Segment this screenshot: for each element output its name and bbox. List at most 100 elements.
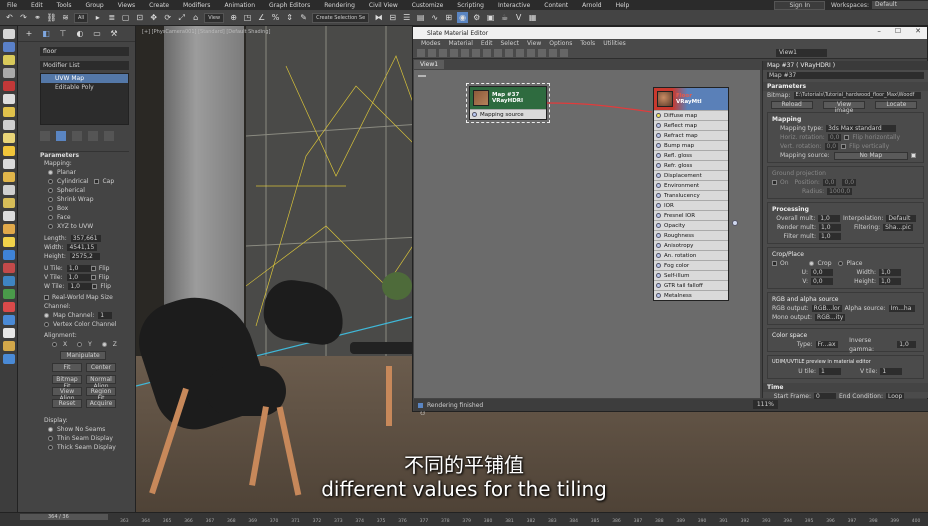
- v-tile-field[interactable]: 1,0: [66, 274, 91, 281]
- scale-icon[interactable]: ⤢: [176, 12, 187, 23]
- radio-crop[interactable]: [808, 261, 814, 266]
- crop-u-field[interactable]: 0,0: [811, 269, 833, 276]
- remove-modifier-icon[interactable]: [88, 131, 98, 141]
- crop-on-checkbox[interactable]: [772, 261, 777, 266]
- vray-frame-buffer-icon[interactable]: ▦: [527, 12, 538, 23]
- vray-sphere-icon[interactable]: [2, 120, 15, 130]
- maximize-icon[interactable]: ☐: [895, 27, 901, 35]
- position-field-2[interactable]: 0,0: [842, 179, 857, 186]
- vray-sun-icon[interactable]: [2, 146, 15, 156]
- radio-axis-z[interactable]: [101, 342, 107, 347]
- render-icon[interactable]: ☕: [499, 12, 510, 23]
- create-tab-icon[interactable]: +: [24, 29, 34, 39]
- bind-icon[interactable]: ≋: [60, 12, 71, 23]
- socket-refl-gloss[interactable]: [656, 153, 661, 158]
- socket-roughness[interactable]: [656, 233, 661, 238]
- modifier-list-dropdown[interactable]: Modifier List: [40, 61, 129, 70]
- scene-explorer-icon[interactable]: ▤: [415, 12, 426, 23]
- slot-roughness[interactable]: Roughness: [654, 230, 728, 240]
- schematic-view-icon[interactable]: ⊞: [443, 12, 454, 23]
- menu-content[interactable]: Content: [537, 2, 575, 9]
- reference-coord-dropdown[interactable]: View: [204, 12, 225, 23]
- slot-refr-gloss[interactable]: Refr. gloss: [654, 160, 728, 170]
- socket-environment[interactable]: [656, 183, 661, 188]
- flip-v-checkbox[interactable]: [841, 144, 847, 149]
- u-tile-field[interactable]: 1,0: [66, 265, 91, 272]
- socket-translucency[interactable]: [656, 193, 661, 198]
- display-thin-seam[interactable]: Thin Seam Display: [48, 434, 135, 443]
- select-by-name-icon[interactable]: ≣: [106, 12, 117, 23]
- socket-gtr-tail[interactable]: [656, 283, 661, 288]
- socket-fog-color[interactable]: [656, 263, 661, 268]
- cloud-icon[interactable]: [2, 29, 15, 39]
- named-selection-dropdown[interactable]: Create Selection Se: [312, 12, 370, 23]
- slot-displacement[interactable]: Displacement: [654, 170, 728, 180]
- slot-gtr-tail[interactable]: GTR tail falloff: [654, 280, 728, 290]
- mapping-source-checkbox[interactable]: [911, 153, 916, 158]
- mapping-planar[interactable]: Planar: [48, 168, 135, 177]
- cs-type-dropdown[interactable]: Fr...ax: [815, 341, 839, 348]
- show-map-icon[interactable]: [494, 49, 502, 57]
- navigator-icon[interactable]: ⚇: [420, 410, 425, 417]
- vray-material-icon[interactable]: [2, 302, 15, 312]
- timeline[interactable]: 364 / 36 363 364 365 366 367 368 369 370 371 372 3…: [0, 512, 928, 526]
- slot-self-illum[interactable]: Self-illum: [654, 270, 728, 280]
- undo-icon[interactable]: ↶: [4, 12, 15, 23]
- place-icon[interactable]: ⌂: [190, 12, 201, 23]
- vert-rotation-field[interactable]: 0,0: [824, 143, 839, 150]
- slot-metalness[interactable]: Metalness: [654, 290, 728, 300]
- slot-environment[interactable]: Environment: [654, 180, 728, 190]
- fit-button[interactable]: Fit: [52, 363, 82, 372]
- show-background-icon[interactable]: [505, 49, 513, 57]
- workspaces-dropdown[interactable]: Default: [872, 1, 928, 9]
- slot-refl-gloss[interactable]: Refl. gloss: [654, 150, 728, 160]
- menu-file[interactable]: File: [0, 2, 24, 9]
- display-no-seams[interactable]: Show No Seams: [48, 425, 135, 434]
- angle-snap-icon[interactable]: ∠: [256, 12, 267, 23]
- slate-menu-tools[interactable]: Tools: [576, 40, 599, 47]
- render-mult-field[interactable]: 1,0: [819, 224, 841, 231]
- socket-ior[interactable]: [656, 203, 661, 208]
- alpha-source-dropdown[interactable]: Im...ha: [888, 305, 915, 312]
- select-icon[interactable]: ▸: [92, 12, 103, 23]
- mapping-spherical[interactable]: Spherical: [48, 186, 135, 195]
- display-tab-icon[interactable]: ▭: [92, 29, 102, 39]
- region-fit-button[interactable]: Region Fit: [86, 387, 116, 402]
- select-by-material-icon[interactable]: [560, 49, 568, 57]
- rgb-output-dropdown[interactable]: RGB...lor: [811, 305, 842, 312]
- slot-fog-color[interactable]: Fog color: [654, 260, 728, 270]
- region-select-icon[interactable]: ▢: [120, 12, 131, 23]
- filter-mult-field[interactable]: 1,0: [819, 233, 841, 240]
- view-tab[interactable]: View1: [414, 60, 445, 69]
- link-icon[interactable]: ⚭: [32, 12, 43, 23]
- mapping-type-dropdown[interactable]: 3ds Max standard: [826, 125, 897, 132]
- reload-button[interactable]: Reload: [770, 100, 813, 109]
- vray-settings-icon[interactable]: [2, 341, 15, 351]
- socket-opacity[interactable]: [656, 223, 661, 228]
- mono-output-dropdown[interactable]: RGB...ity: [815, 314, 846, 321]
- slate-menu-edit[interactable]: Edit: [477, 40, 497, 47]
- u-flip-checkbox[interactable]: [90, 266, 96, 271]
- selection-filter-dropdown[interactable]: All: [74, 12, 89, 23]
- motion-tab-icon[interactable]: ◐: [75, 29, 85, 39]
- slot-refract-map[interactable]: Refract map: [654, 130, 728, 140]
- radio-thin-seam[interactable]: [48, 436, 53, 441]
- view-align-button[interactable]: View Align: [52, 387, 82, 402]
- view-image-button[interactable]: View image: [822, 100, 865, 113]
- light-icon[interactable]: [2, 55, 15, 65]
- map-node-vrayhdri[interactable]: Map #37 VRayHDRI Mapping source: [466, 83, 550, 123]
- slate-menu-select[interactable]: Select: [496, 40, 523, 47]
- delete-selected-icon[interactable]: [461, 49, 469, 57]
- create-shape-icon[interactable]: [2, 42, 15, 52]
- vray-extra-icon[interactable]: [2, 328, 15, 338]
- socket-refract-map[interactable]: [656, 133, 661, 138]
- radio-xyz[interactable]: [48, 224, 53, 229]
- socket-refr-gloss[interactable]: [656, 163, 661, 168]
- width-field[interactable]: 4541,15: [67, 244, 98, 251]
- time-slider[interactable]: 364 / 36: [20, 514, 108, 520]
- vray-render-icon[interactable]: V: [513, 12, 524, 23]
- material-editor-icon[interactable]: ◉: [457, 12, 469, 23]
- ground-on-checkbox[interactable]: [772, 180, 777, 185]
- vray-toon-icon[interactable]: [2, 224, 15, 234]
- socket-diffuse-map[interactable]: [656, 113, 661, 118]
